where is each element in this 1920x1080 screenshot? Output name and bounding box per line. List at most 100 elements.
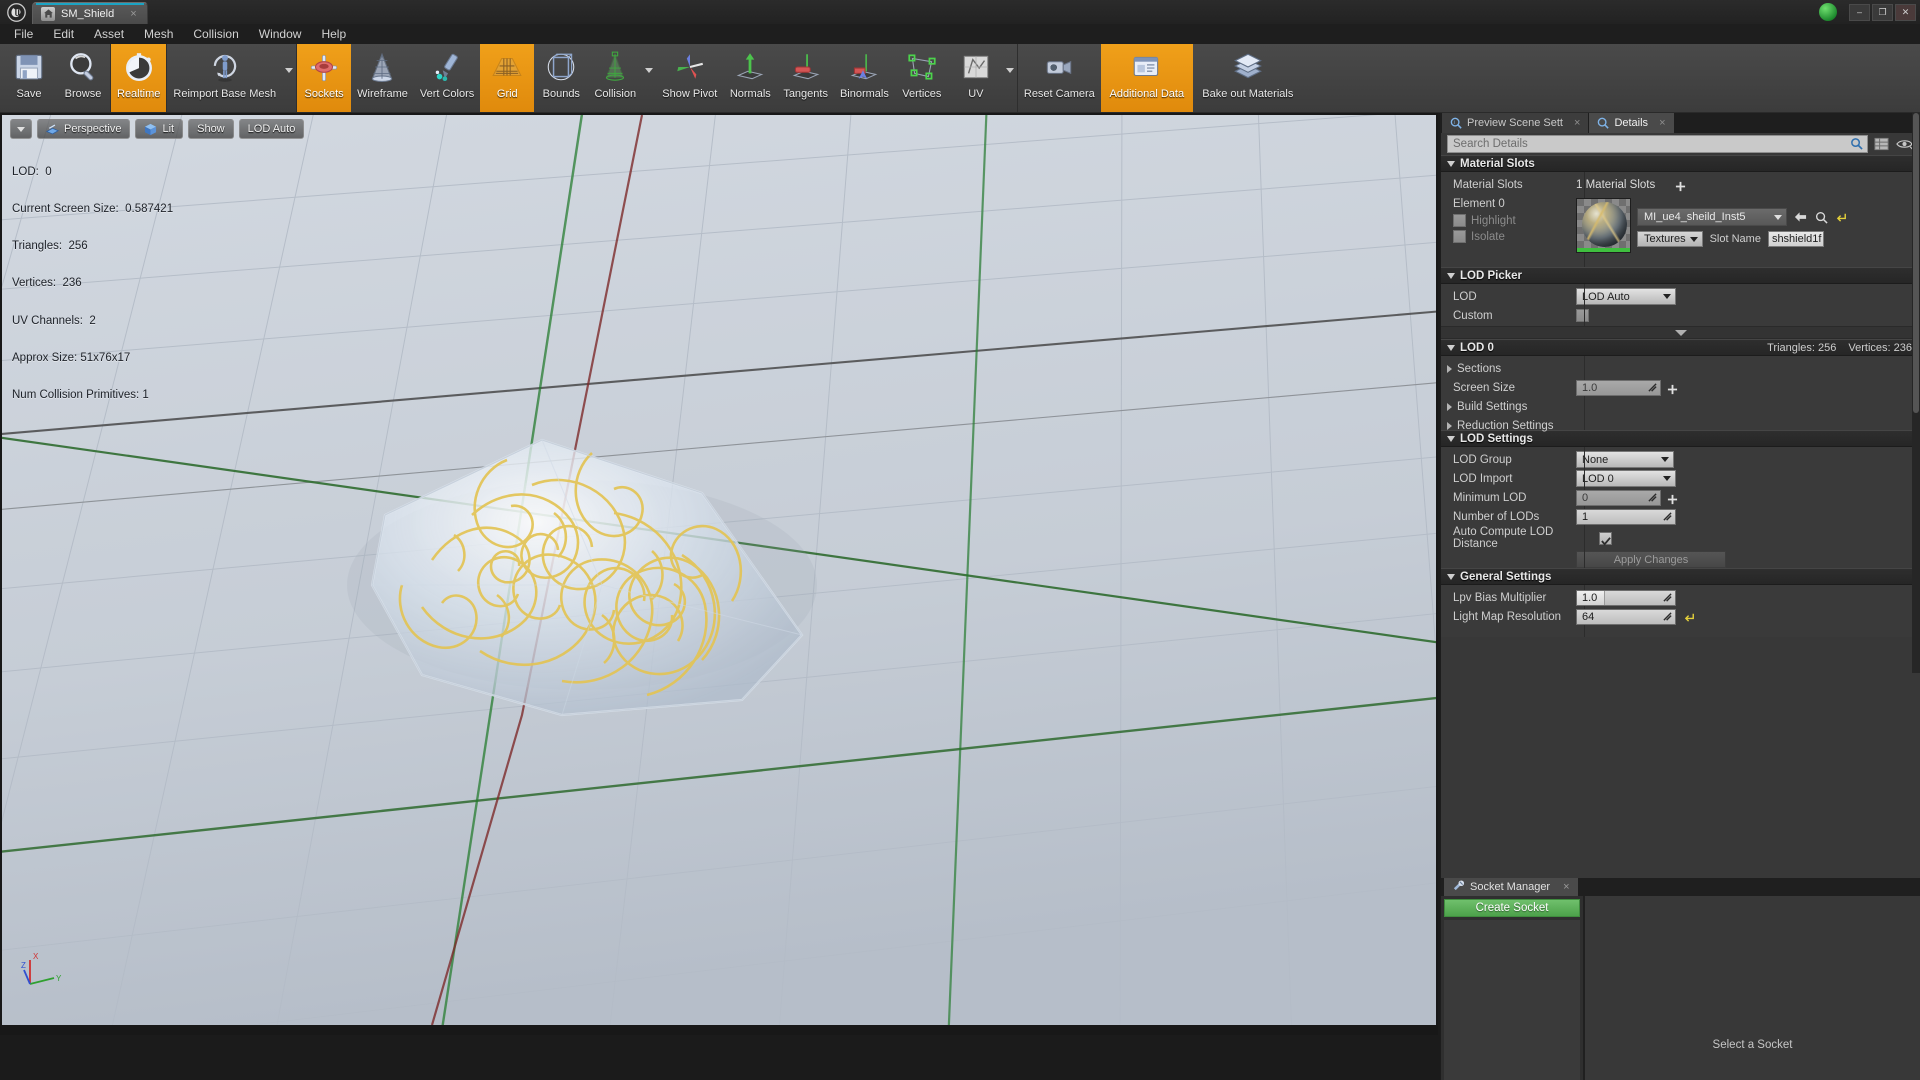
document-tab-sm-shield[interactable]: SM_Shield × (32, 2, 148, 24)
drag-handle-icon[interactable] (1648, 383, 1657, 392)
menu-file[interactable]: File (4, 24, 43, 44)
reset-arrow-icon[interactable] (1682, 609, 1698, 625)
auto-compute-lod-distance-checkbox[interactable] (1599, 532, 1612, 545)
window-close-button[interactable]: ✕ (1895, 4, 1916, 21)
isolate-checkbox[interactable] (1453, 230, 1466, 243)
lpv-bias-multiplier-field[interactable]: 1.0 (1576, 590, 1676, 606)
binormals-button[interactable]: Binormals (834, 44, 895, 112)
reimport-base-mesh-button[interactable]: Reimport Base Mesh (167, 44, 282, 112)
magnifier-icon[interactable] (1813, 209, 1829, 225)
minimum-lod-field[interactable]: 0 (1576, 490, 1661, 506)
viewport-viewmode-button[interactable]: Lit (135, 119, 183, 139)
browse-button[interactable]: Browse (56, 44, 110, 112)
close-icon[interactable]: × (130, 8, 136, 20)
save-button[interactable]: Save (2, 44, 56, 112)
grid-button[interactable]: Grid (480, 44, 534, 112)
bounds-button[interactable]: Bounds (534, 44, 588, 112)
minimize-button[interactable]: – (1849, 4, 1870, 21)
row-sections[interactable]: Sections (1441, 359, 1920, 378)
highlight-checkbox[interactable] (1453, 214, 1466, 227)
close-icon[interactable]: × (1563, 881, 1569, 893)
menu-edit[interactable]: Edit (43, 24, 84, 44)
search-input[interactable] (1453, 138, 1862, 150)
section-header-lod-0[interactable]: LOD 0 Triangles: 256 Vertices: 236 (1441, 339, 1920, 356)
bake-out-materials-button[interactable]: Bake out Materials (1193, 44, 1303, 112)
slot-name-field[interactable]: shshield1f (1768, 231, 1824, 247)
section-header-lod-picker[interactable]: LOD Picker (1441, 267, 1920, 284)
row-build-settings[interactable]: Build Settings (1441, 397, 1920, 416)
normals-button[interactable]: Normals (723, 44, 777, 112)
reset-camera-button[interactable]: Reset Camera (1018, 44, 1101, 112)
drag-handle-icon[interactable] (1663, 612, 1672, 621)
reimport-dropdown-caret-icon[interactable] (282, 44, 296, 73)
collision-button[interactable]: Collision (588, 44, 642, 112)
collision-dropdown-caret-icon[interactable] (642, 44, 656, 73)
tab-preview-scene-label: Preview Scene Sett (1467, 117, 1563, 129)
screen-size-field[interactable]: 1.0 (1576, 380, 1661, 396)
search-details-field[interactable] (1447, 135, 1868, 153)
plus-icon[interactable] (1667, 492, 1678, 503)
lod-group-dropdown[interactable]: None (1576, 451, 1674, 468)
sockets-button[interactable]: Sockets (297, 44, 351, 112)
create-socket-button[interactable]: Create Socket (1444, 899, 1580, 917)
slot-name-value: shshield1f (1772, 233, 1822, 245)
lod-import-dropdown[interactable]: LOD 0 (1576, 470, 1676, 487)
apply-changes-button[interactable]: Apply Changes (1576, 551, 1726, 568)
uv-dropdown-caret-icon[interactable] (1003, 44, 1017, 73)
light-map-resolution-field[interactable]: 64 (1576, 609, 1676, 625)
tab-details[interactable]: Details × (1589, 113, 1674, 133)
viewport-render-area[interactable]: Perspective Lit Show LO (2, 115, 1436, 1025)
section-header-general-settings[interactable]: General Settings (1441, 568, 1920, 585)
section-header-material-slots[interactable]: Material Slots (1441, 155, 1920, 172)
drag-handle-icon[interactable] (1663, 593, 1672, 602)
globe-icon[interactable] (1819, 3, 1837, 21)
grid-view-icon[interactable] (1872, 135, 1891, 153)
tab-socket-manager[interactable]: Socket Manager × (1444, 878, 1578, 896)
viewport-lod-button[interactable]: LOD Auto (239, 119, 305, 139)
section-title-general-settings: General Settings (1460, 571, 1551, 583)
menu-help[interactable]: Help (311, 24, 356, 44)
drag-handle-icon[interactable] (1663, 512, 1672, 521)
number-of-lods-field[interactable]: 1 (1576, 509, 1676, 525)
realtime-button[interactable]: Realtime (111, 44, 166, 112)
show-pivot-button[interactable]: Show Pivot (656, 44, 723, 112)
drag-handle-icon[interactable] (1648, 493, 1657, 502)
additional-data-button[interactable]: Additional Data (1101, 44, 1193, 112)
chevron-down-icon (1690, 237, 1698, 242)
scrollbar-thumb[interactable] (1913, 113, 1919, 413)
plus-icon[interactable] (1667, 382, 1678, 393)
row-reduction-settings[interactable]: Reduction Settings (1441, 416, 1920, 435)
uv-button[interactable]: UV (949, 44, 1003, 112)
window-scrollbar[interactable] (1912, 113, 1920, 673)
menu-mesh[interactable]: Mesh (134, 24, 183, 44)
menu-window[interactable]: Window (249, 24, 312, 44)
details-panel-body: Material Slots Material Slots 1 Material… (1440, 133, 1920, 878)
socket-list[interactable] (1444, 920, 1580, 1080)
search-icon[interactable] (1850, 137, 1865, 152)
textures-dropdown-button[interactable]: Textures (1637, 231, 1703, 247)
custom-checkbox[interactable] (1576, 309, 1589, 322)
vert-colors-button[interactable]: Vert Colors (414, 44, 480, 112)
reset-arrow-icon[interactable] (1834, 209, 1850, 225)
viewport-perspective-button[interactable]: Perspective (37, 119, 130, 139)
close-icon[interactable]: × (1659, 117, 1665, 129)
viewport-options-button[interactable] (10, 119, 32, 139)
expand-all-strip[interactable] (1441, 326, 1920, 339)
menu-asset[interactable]: Asset (84, 24, 134, 44)
stopwatch-icon (118, 47, 160, 87)
plus-icon[interactable] (1675, 179, 1686, 190)
material-thumbnail[interactable] (1576, 198, 1631, 253)
arrow-left-icon[interactable] (1792, 209, 1808, 225)
maximize-button[interactable]: ❐ (1872, 4, 1893, 21)
socket-manager-panel: Socket Manager × Create Socket 0 sockets… (1440, 878, 1920, 1080)
viewport[interactable]: Perspective Lit Show LO (0, 113, 1438, 1035)
lod-dropdown[interactable]: LOD Auto (1576, 288, 1676, 305)
material-asset-picker[interactable]: MI_ue4_sheild_Inst5 (1637, 208, 1787, 226)
tab-preview-scene-settings[interactable]: i Preview Scene Sett × (1442, 113, 1589, 133)
vertices-button[interactable]: Vertices (895, 44, 949, 112)
viewport-show-button[interactable]: Show (188, 119, 234, 139)
tangents-button[interactable]: Tangents (777, 44, 834, 112)
wireframe-button[interactable]: Wireframe (351, 44, 414, 112)
menu-collision[interactable]: Collision (183, 24, 248, 44)
close-icon[interactable]: × (1574, 117, 1580, 129)
